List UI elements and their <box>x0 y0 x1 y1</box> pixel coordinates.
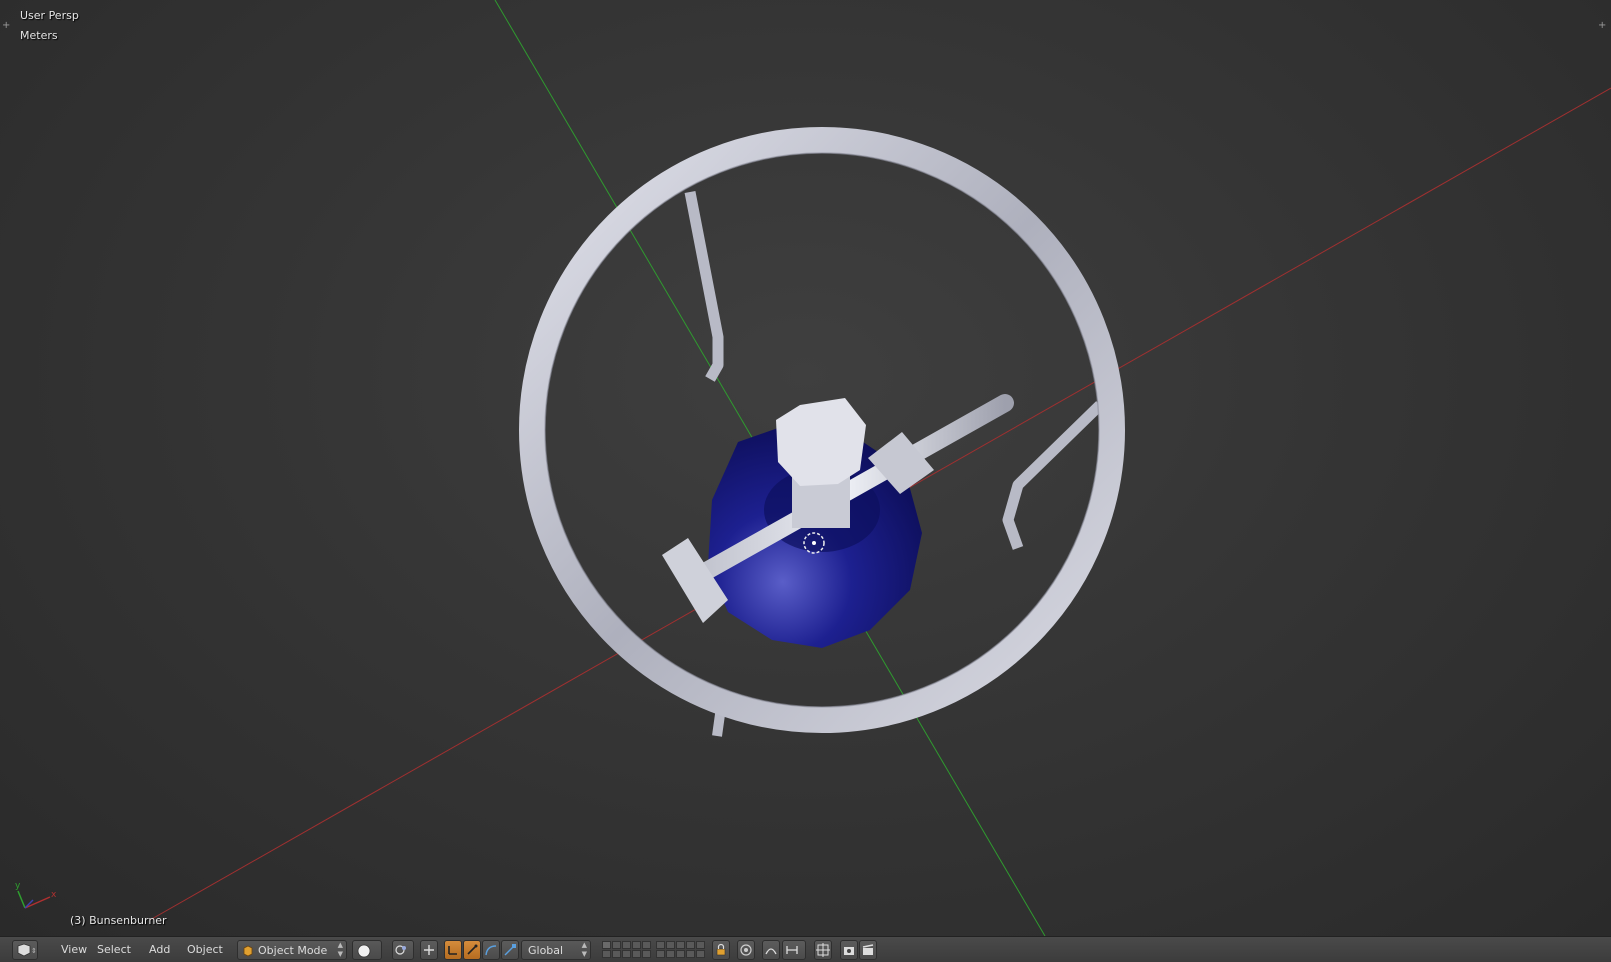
proportional-edit-button[interactable] <box>737 940 755 960</box>
layer-button[interactable] <box>642 950 651 958</box>
area-split-widget-right[interactable]: + <box>1598 20 1606 31</box>
snap-icon <box>786 946 798 954</box>
layer-button[interactable] <box>666 950 675 958</box>
layer-button[interactable] <box>656 941 665 949</box>
axis-orientation-widget: y x <box>15 881 57 909</box>
units-label: Meters <box>20 29 58 42</box>
mode-dropdown[interactable]: Object Mode ▲ ▼ <box>237 940 347 960</box>
origin-dot <box>812 541 816 545</box>
render-opengl-button[interactable] <box>840 940 858 960</box>
translate-manipulator-button[interactable] <box>444 940 462 960</box>
layers-group-2[interactable] <box>656 941 705 959</box>
orientation-label: Global <box>528 944 564 957</box>
layer-button[interactable] <box>612 941 621 949</box>
manipulator-icon <box>424 945 434 955</box>
curve-icon <box>485 945 497 956</box>
layer-button[interactable] <box>676 941 685 949</box>
curve-tool-button[interactable] <box>482 940 500 960</box>
lock-icon <box>716 943 726 956</box>
menu-object[interactable]: Object <box>181 940 229 960</box>
burner-barrel-top <box>776 398 866 486</box>
layer-button[interactable] <box>622 950 631 958</box>
menu-select[interactable]: Select <box>91 940 137 960</box>
rotate-icon <box>467 944 478 955</box>
layer-button[interactable] <box>686 950 695 958</box>
clapperboard-icon <box>862 944 874 955</box>
svg-text:⇕: ⇕ <box>31 947 36 955</box>
menu-view[interactable]: View <box>55 940 93 960</box>
snap-element-dropdown[interactable] <box>782 940 806 960</box>
mode-label: Object Mode <box>258 944 328 957</box>
manipulator-toggle[interactable] <box>420 940 438 960</box>
snap-target-button[interactable] <box>814 940 832 960</box>
viewport-shading-icon <box>357 944 371 958</box>
snap-target-icon <box>816 943 830 957</box>
layer-button[interactable] <box>666 941 675 949</box>
view-label: User Persp <box>20 9 79 22</box>
axis-widget-y-line <box>17 890 26 909</box>
render-animation-button[interactable] <box>859 940 877 960</box>
layer-button[interactable] <box>656 950 665 958</box>
menu-add[interactable]: Add <box>143 940 176 960</box>
pivot-point-icon <box>395 945 406 955</box>
falloff-icon <box>765 948 777 955</box>
viewport-shading-dropdown[interactable] <box>352 940 382 960</box>
pivot-point-dropdown[interactable] <box>392 940 414 960</box>
layers-group-1[interactable] <box>602 941 651 959</box>
axis-widget-x-label: x <box>51 890 57 900</box>
lock-layers-button[interactable] <box>712 940 730 960</box>
scale-manipulator-button[interactable] <box>501 940 519 960</box>
active-object-label: (3) Bunsenburner <box>70 914 167 927</box>
proportional-edit-icon <box>740 944 752 956</box>
falloff-button[interactable] <box>762 940 780 960</box>
layer-button[interactable] <box>632 950 641 958</box>
editor-type-button[interactable]: ⇕ <box>12 940 38 960</box>
axis-widget-x-line <box>24 896 51 909</box>
scale-icon <box>504 944 516 956</box>
layer-button[interactable] <box>642 941 651 949</box>
render-icon <box>844 947 854 955</box>
ring-leg <box>684 190 724 382</box>
layer-button[interactable] <box>632 941 641 949</box>
layer-button[interactable] <box>696 941 705 949</box>
layer-button[interactable] <box>602 941 611 949</box>
layer-button[interactable] <box>612 950 621 958</box>
area-split-widget-left[interactable]: + <box>2 20 10 31</box>
dropdown-arrows-icon: ▲ ▼ <box>337 941 343 958</box>
orientation-dropdown[interactable]: Global ▲ ▼ <box>521 940 591 960</box>
axis-widget-y-label: y <box>15 881 21 891</box>
dropdown-arrows-icon: ▲ ▼ <box>581 941 587 958</box>
viewport-header: ⇕ View Select Add Object Object Mode ▲▼ <box>0 936 1611 962</box>
layer-button[interactable] <box>622 941 631 949</box>
3d-viewport[interactable]: y x User Persp Meters (3) Bunsenburner +… <box>0 0 1611 936</box>
object-mode-icon <box>243 945 253 957</box>
rotate-manipulator-button[interactable] <box>463 940 481 960</box>
layer-button[interactable] <box>676 950 685 958</box>
layer-button[interactable] <box>686 941 695 949</box>
editor-type-icon: ⇕ <box>17 943 36 957</box>
layer-button[interactable] <box>602 950 611 958</box>
layer-button[interactable] <box>696 950 705 958</box>
translate-icon <box>448 946 457 955</box>
scene-canvas[interactable]: y x <box>0 0 1611 936</box>
